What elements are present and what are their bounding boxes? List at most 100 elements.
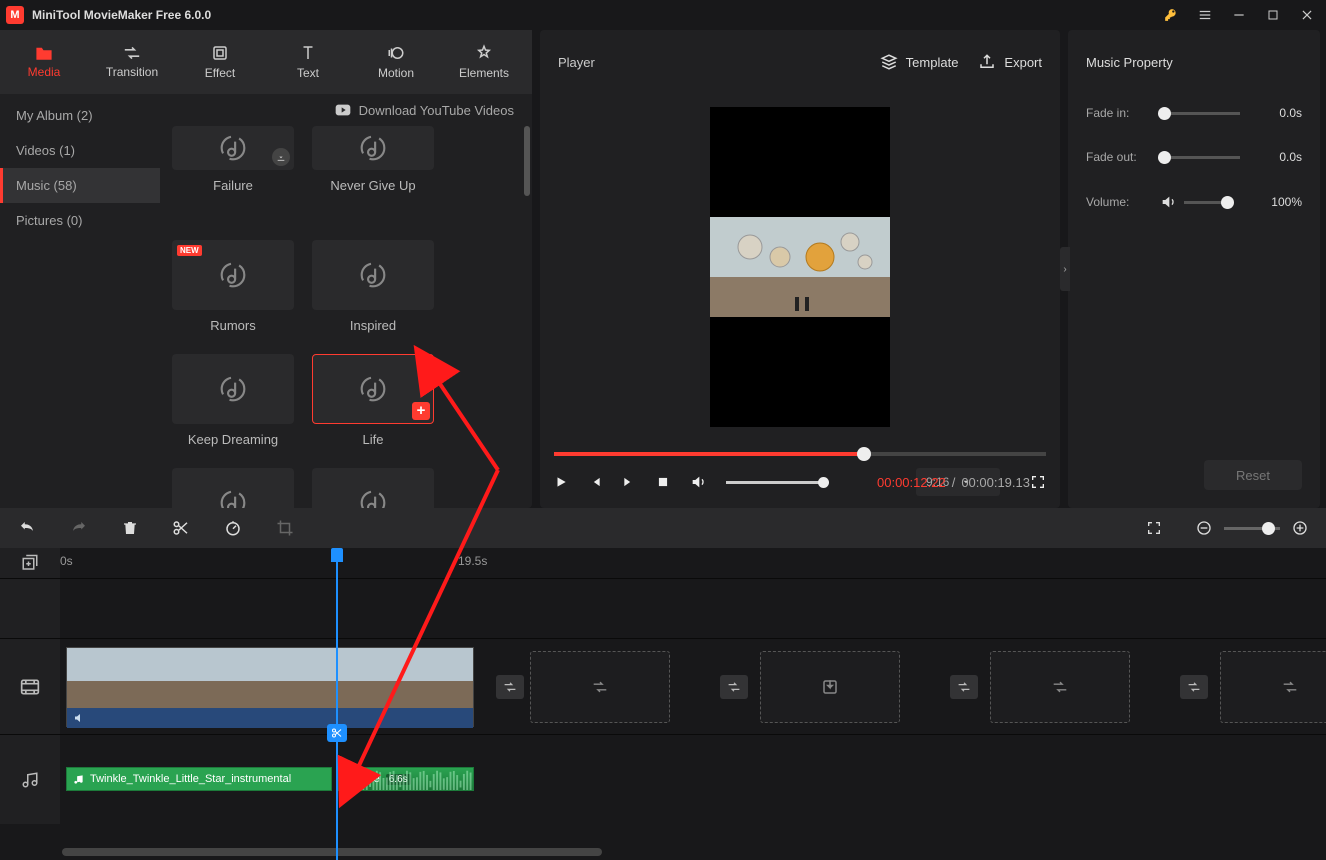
tab-elements[interactable]: Elements [440, 30, 528, 94]
app-title: MiniTool MovieMaker Free 6.0.0 [32, 8, 211, 22]
music-item[interactable] [172, 468, 294, 508]
audio-clip[interactable]: Twinkle_Twinkle_Little_Star_instrumental [66, 767, 332, 791]
transition-slot[interactable] [720, 675, 748, 699]
fullscreen-button[interactable] [1030, 474, 1046, 490]
volume-label: Volume: [1086, 195, 1160, 209]
crop-button[interactable] [276, 519, 294, 537]
maximize-button[interactable] [1260, 2, 1286, 28]
minimize-button[interactable] [1226, 2, 1252, 28]
video-track[interactable] [60, 639, 1326, 734]
zoom-out-button[interactable] [1196, 520, 1212, 536]
menu-icon[interactable] [1192, 2, 1218, 28]
music-item[interactable]: + Life [312, 354, 434, 454]
key-icon[interactable] [1158, 2, 1184, 28]
fadein-label: Fade in: [1086, 106, 1160, 120]
preview-image [710, 107, 890, 427]
playhead-split-icon[interactable] [327, 724, 347, 742]
tab-label: Text [297, 66, 319, 80]
preview-area [540, 94, 1060, 440]
transition-slot[interactable] [1180, 675, 1208, 699]
audio-track[interactable]: Twinkle_Twinkle_Little_Star_instrumental… [60, 735, 1326, 824]
music-item-label: Keep Dreaming [188, 432, 278, 447]
tab-media[interactable]: Media [0, 30, 88, 94]
delete-button[interactable] [122, 519, 138, 537]
music-item-label: Failure [213, 178, 253, 193]
drop-slot[interactable] [1220, 651, 1326, 723]
close-button[interactable] [1294, 2, 1320, 28]
music-item[interactable]: NEW Rumors [172, 240, 294, 340]
next-frame-button[interactable] [622, 475, 636, 489]
music-item[interactable]: Keep Dreaming [172, 354, 294, 454]
transition-slot[interactable] [496, 675, 524, 699]
volume-icon[interactable] [690, 474, 706, 490]
sidecat-myalbum[interactable]: My Album (2) [0, 98, 160, 133]
time-current: 00:00:12.22 [877, 475, 946, 490]
sidecat-videos[interactable]: Videos (1) [0, 133, 160, 168]
prev-frame-button[interactable] [588, 475, 602, 489]
fit-button[interactable] [1146, 520, 1162, 536]
tab-text[interactable]: Text [264, 30, 352, 94]
timeline-scrollbar[interactable] [62, 848, 602, 856]
gallery-scrollbar[interactable] [524, 126, 530, 196]
sidecat-music[interactable]: Music (58) [0, 168, 160, 203]
fadein-slider[interactable] [1160, 112, 1240, 115]
template-button[interactable]: Template [880, 53, 959, 71]
zoom-in-button[interactable] [1292, 520, 1308, 536]
music-item[interactable]: Never Give Up [312, 126, 434, 226]
speaker-icon[interactable] [1160, 194, 1176, 210]
fadeout-slider[interactable] [1160, 156, 1240, 159]
add-track-button[interactable] [0, 548, 60, 578]
tab-transition[interactable]: Transition [88, 30, 176, 94]
tab-label: Transition [106, 65, 158, 79]
music-item-label: Rumors [210, 318, 256, 333]
tab-motion[interactable]: Motion [352, 30, 440, 94]
music-item-label: Inspired [350, 318, 396, 333]
video-clip[interactable] [66, 647, 474, 727]
reset-button[interactable]: Reset [1204, 460, 1302, 490]
tab-label: Media [28, 65, 61, 79]
drop-slot[interactable] [990, 651, 1130, 723]
play-button[interactable] [554, 475, 568, 489]
volume-value: 100% [1271, 195, 1302, 209]
add-to-timeline-button[interactable]: + [412, 402, 430, 420]
app-logo-icon: M [6, 6, 24, 24]
sidecat-pictures[interactable]: Pictures (0) [0, 203, 160, 238]
music-item[interactable]: Inspired [312, 240, 434, 340]
volume-slider[interactable] [1184, 201, 1230, 204]
music-item-label: Life [363, 432, 384, 447]
export-button[interactable]: Export [978, 53, 1042, 71]
playhead[interactable] [336, 548, 338, 860]
progress-knob[interactable] [857, 447, 871, 461]
drop-slot[interactable] [760, 651, 900, 723]
new-badge: NEW [177, 245, 202, 256]
redo-button[interactable] [70, 519, 88, 537]
main-tabs: Media Transition Effect Text Motion Elem… [0, 30, 532, 94]
playhead-head-icon[interactable] [331, 548, 343, 562]
transition-slot[interactable] [950, 675, 978, 699]
audio-track-icon [0, 735, 60, 824]
time-ruler[interactable]: 0s 19.5s [60, 548, 1326, 578]
music-item[interactable] [312, 468, 434, 508]
audio-clip-label: Twinkle_Twinkle_Little_Star_instrumental [90, 773, 291, 785]
ruler-tick: 0s [60, 554, 73, 568]
stop-button[interactable] [656, 475, 670, 489]
time-total: 00:00:19.13 [961, 475, 1030, 490]
export-label: Export [1004, 55, 1042, 70]
drop-slot[interactable] [530, 651, 670, 723]
collapse-handle-icon[interactable]: › [1060, 247, 1070, 291]
tab-effect[interactable]: Effect [176, 30, 264, 94]
music-item[interactable]: Failure [172, 126, 294, 226]
split-button[interactable] [172, 519, 190, 537]
tab-label: Motion [378, 66, 414, 80]
fadeout-value: 0.0s [1279, 150, 1302, 164]
zoom-slider[interactable] [1224, 527, 1280, 530]
download-icon[interactable] [272, 148, 290, 166]
speed-button[interactable] [224, 519, 242, 537]
audio-clip[interactable]: Life6.6s [338, 767, 474, 791]
template-label: Template [906, 55, 959, 70]
player-volume-slider[interactable] [726, 481, 824, 484]
undo-button[interactable] [18, 519, 36, 537]
titlebar: M MiniTool MovieMaker Free 6.0.0 [0, 0, 1326, 30]
progress-bar[interactable] [554, 452, 1046, 456]
download-youtube-link[interactable]: Download YouTube Videos [160, 94, 532, 126]
